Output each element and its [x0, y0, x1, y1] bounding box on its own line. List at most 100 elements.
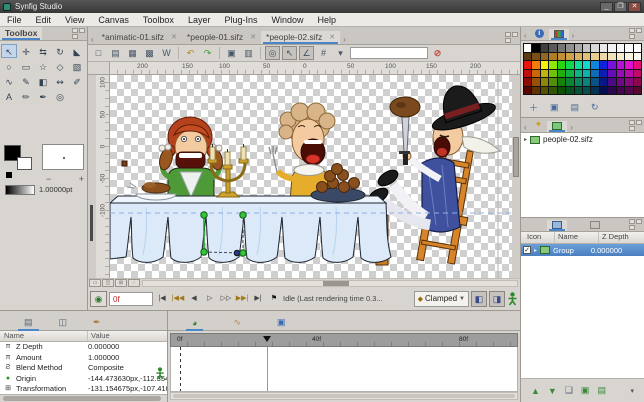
tab-people-01[interactable]: *people-01.sifz✕ [182, 31, 261, 44]
palette-swatch[interactable] [583, 70, 590, 78]
palette-swatch[interactable] [566, 61, 573, 69]
brush-tool[interactable]: ✒ [35, 89, 51, 103]
palette-swatch[interactable] [541, 53, 548, 61]
layer-visibility-checkbox[interactable]: ✓ [523, 246, 531, 254]
dock-widget[interactable] [70, 27, 87, 40]
eyedrop-tool[interactable]: ✐ [69, 74, 85, 88]
width-tool[interactable]: ↭ [52, 74, 68, 88]
palette-swatch[interactable] [608, 53, 615, 61]
palette-swatch[interactable] [600, 70, 607, 78]
palette-swatch[interactable] [617, 61, 624, 69]
dock-widget[interactable] [627, 119, 644, 132]
prev-keyframe-button[interactable]: |◀◀ [171, 292, 185, 306]
palette-swatch[interactable] [575, 87, 582, 95]
palette-swatch[interactable] [634, 61, 641, 69]
dock-widget[interactable] [503, 31, 520, 44]
palette-swatch[interactable] [634, 44, 641, 52]
palette-swatch[interactable] [634, 53, 641, 61]
transform-tool[interactable]: ↖ [1, 44, 17, 58]
palette-swatch[interactable] [566, 78, 573, 86]
track-area[interactable] [170, 347, 518, 392]
palette-swatch[interactable] [524, 87, 531, 95]
default-gradient-swatch[interactable] [5, 185, 35, 195]
draw-tool[interactable]: ✎ [18, 74, 34, 88]
raise-layer-button[interactable]: ▲ [531, 386, 540, 396]
params-scrollbar[interactable] [0, 394, 167, 402]
palette-swatch[interactable] [549, 61, 556, 69]
palette-swatch[interactable] [558, 70, 565, 78]
palette-swatch[interactable] [634, 70, 641, 78]
brush-preview[interactable] [42, 144, 84, 170]
expander-icon[interactable]: ▸ [524, 136, 527, 143]
palette-swatch[interactable] [625, 70, 632, 78]
redo-button[interactable]: ↷ [200, 46, 215, 60]
dock-widget[interactable] [627, 27, 644, 40]
palette-swatch[interactable] [541, 78, 548, 86]
palette-swatch[interactable] [583, 87, 590, 95]
menu-view[interactable]: View [58, 13, 91, 26]
palette-swatch[interactable] [608, 70, 615, 78]
tab-keyframes[interactable]: ◫ [53, 315, 74, 330]
palette-swatch[interactable] [524, 70, 531, 78]
param-row-transformation[interactable]: ⊞ Transformation -131.154675px,-107.4105 [0, 384, 167, 394]
panel-scroll-right-icon[interactable]: › [567, 123, 576, 132]
palette-swatch[interactable] [600, 53, 607, 61]
tab-children[interactable]: ▣ [271, 315, 292, 330]
load-default-palette-button[interactable]: ↻ [591, 102, 599, 113]
snap-toggle[interactable]: ↖ [282, 46, 297, 60]
params-col-name[interactable]: Name [0, 331, 88, 341]
panel-scroll-left-icon[interactable]: ‹ [521, 123, 530, 132]
tab-metadata[interactable]: ✒ [87, 315, 107, 330]
save-file-button[interactable]: ▦ [125, 46, 140, 60]
add-color-button[interactable]: ＋ [529, 101, 538, 114]
palette-swatch[interactable] [549, 78, 556, 86]
palette-swatch[interactable] [617, 53, 624, 61]
palette-swatch[interactable] [566, 53, 573, 61]
palette-swatch[interactable] [532, 61, 539, 69]
menu-window[interactable]: Window [264, 13, 310, 26]
tab-history[interactable] [585, 220, 605, 231]
fill-tool[interactable]: ◧ [35, 74, 51, 88]
left-scrollbar[interactable] [88, 75, 96, 278]
palette-swatch[interactable] [575, 78, 582, 86]
palette-swatch[interactable] [549, 53, 556, 61]
text-tool[interactable]: A [1, 89, 17, 103]
ruler-corner-button[interactable] [88, 62, 110, 74]
save-palette-button[interactable]: ▣ [550, 102, 559, 113]
rectangle-tool[interactable]: ▭ [18, 59, 34, 73]
layers-list[interactable]: ✓ ▸ Group 0.000000 [521, 244, 644, 378]
zoom-tool[interactable]: ◎ [52, 89, 68, 103]
menu-edit[interactable]: Edit [29, 13, 59, 26]
preview-button[interactable]: ▥ [241, 46, 256, 60]
palette-swatch[interactable] [600, 78, 607, 86]
palette-swatch[interactable] [617, 44, 624, 52]
maximize-button[interactable]: ❐ [614, 2, 627, 12]
palette-swatch[interactable] [549, 87, 556, 95]
palette-swatch[interactable] [558, 61, 565, 69]
layers-col-name[interactable]: Name [555, 232, 599, 243]
palette-swatch[interactable] [558, 53, 565, 61]
tab-library[interactable]: ✦ [530, 118, 548, 132]
canvas-scene[interactable] [110, 75, 512, 278]
smooth-move-tool[interactable]: ✛ [18, 44, 34, 58]
param-row-zdepth[interactable]: π Z Depth 0.000000 [0, 342, 167, 353]
palette-swatch[interactable] [583, 53, 590, 61]
tab-close-icon[interactable]: ✕ [171, 33, 177, 41]
palette-grid[interactable] [523, 43, 642, 95]
palette-swatch[interactable] [541, 70, 548, 78]
palette-swatch[interactable] [566, 87, 573, 95]
low-res-toggle[interactable]: ∠ [299, 46, 314, 60]
param-value[interactable]: 1.000000 [88, 353, 167, 364]
group-layer-button[interactable]: ▣ [581, 385, 590, 396]
canvas-browser-list[interactable]: ▸ people-02.sifz [521, 133, 644, 217]
decrease-width-button[interactable]: − [46, 174, 51, 184]
palette-swatch[interactable] [532, 78, 539, 86]
new-layer-button[interactable]: ▤ [597, 385, 606, 396]
palette-swatch[interactable] [591, 44, 598, 52]
panel-scroll-right-icon[interactable]: › [569, 31, 578, 40]
palette-swatch[interactable] [575, 44, 582, 52]
param-row-amount[interactable]: π Amount 1.000000 [0, 353, 167, 364]
palette-swatch[interactable] [566, 44, 573, 52]
vertical-scrollbar[interactable] [512, 75, 520, 278]
palette-swatch[interactable] [608, 61, 615, 69]
